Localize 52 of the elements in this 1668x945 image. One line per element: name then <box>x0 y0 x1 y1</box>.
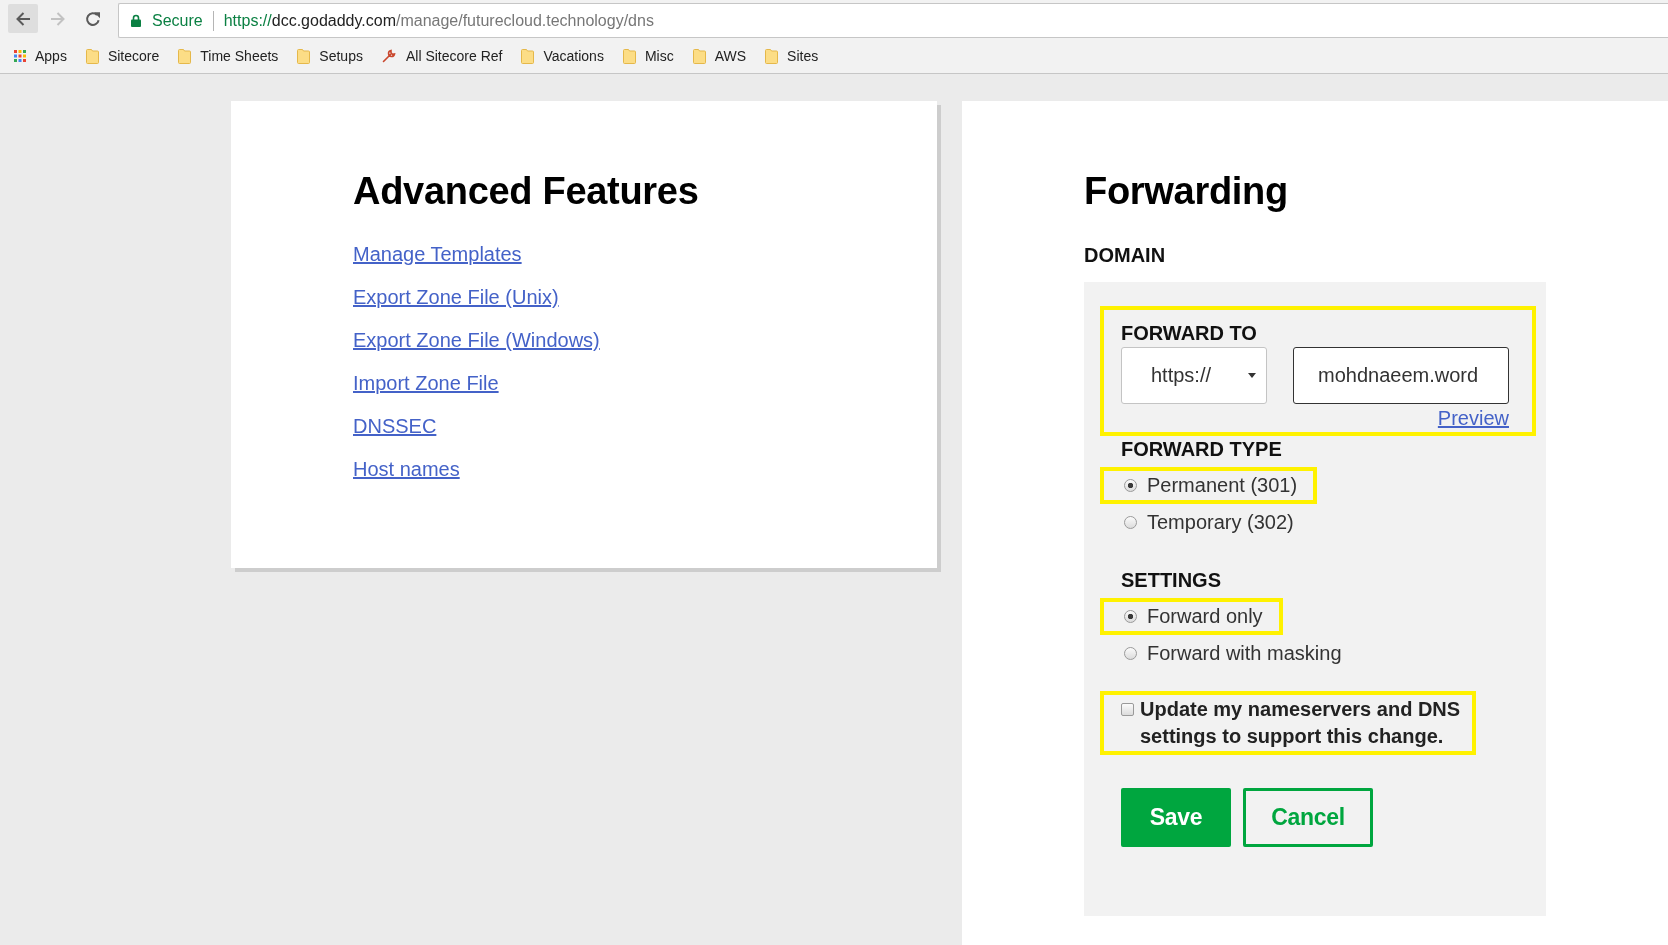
folder-icon <box>297 47 311 64</box>
option-label: Temporary (302) <box>1147 510 1294 535</box>
radio-button[interactable] <box>1124 610 1137 623</box>
field-label: FORWARD TYPE <box>1121 437 1282 461</box>
bookmark[interactable]: Sitecore <box>85 47 160 64</box>
apps-grid-icon <box>14 49 26 62</box>
link[interactable]: Import Zone File <box>353 372 499 394</box>
folder-icon <box>178 47 192 64</box>
url-text: https://dcc.godaddy.com/manage/futurecloud.technology/dns <box>223 11 654 30</box>
folder-icon <box>765 47 779 64</box>
security-label: Secure <box>152 11 203 30</box>
card-title: Advanced Features <box>353 169 699 214</box>
folder-icon <box>521 47 535 64</box>
bookmark[interactable]: Vacations <box>521 47 604 64</box>
folder-icon <box>622 47 636 64</box>
back-arrow-icon <box>15 10 31 27</box>
radio-button[interactable] <box>1124 516 1137 529</box>
wrench-icon <box>381 48 397 63</box>
bookmark[interactable]: Time Sheets <box>178 47 279 64</box>
forward-arrow-icon <box>50 10 66 27</box>
bookmark[interactable]: Apps <box>14 47 67 64</box>
option-label: Permanent (301) <box>1147 473 1298 498</box>
link[interactable]: Manage Templates <box>353 243 522 265</box>
checkbox[interactable] <box>1121 703 1134 716</box>
link[interactable]: Export Zone File (Windows) <box>353 329 600 351</box>
link[interactable]: Host names <box>353 458 460 480</box>
back-button[interactable] <box>8 4 38 33</box>
option-label: Forward with masking <box>1147 641 1342 666</box>
section-heading: DOMAIN <box>1084 243 1166 267</box>
preview-link[interactable]: Preview <box>1437 407 1509 429</box>
reload-icon <box>85 10 101 27</box>
field-label: FORWARD TO <box>1121 321 1257 345</box>
folder-icon <box>85 47 99 64</box>
checkbox-label: Update my nameservers and DNS settings to support this change. <box>1140 697 1462 749</box>
folder-icon <box>692 47 706 64</box>
destination-input[interactable]: mohdnaeem.word <box>1293 347 1509 404</box>
field-label: SETTINGS <box>1121 568 1221 592</box>
caret-icon <box>1248 373 1256 378</box>
link[interactable]: Export Zone File (Unix) <box>353 286 559 308</box>
bookmark[interactable]: AWS <box>692 47 747 64</box>
protocol-select[interactable]: https:// <box>1121 347 1267 404</box>
radio-button[interactable] <box>1124 647 1137 660</box>
address-bar[interactable]: Secure https://dcc.godaddy.com/manage/futurecloud.technology/dns <box>118 3 1668 38</box>
bookmark[interactable]: Sites <box>765 47 819 64</box>
card-title: Forwarding <box>1084 169 1288 214</box>
lock-icon <box>131 14 141 27</box>
radio-button[interactable] <box>1124 479 1137 492</box>
link[interactable]: DNSSEC <box>353 415 437 437</box>
bookmark[interactable]: Setups <box>297 47 363 64</box>
bookmark[interactable]: All Sitecore Ref <box>381 47 503 64</box>
bookmark[interactable]: Misc <box>622 47 674 64</box>
option-label: Forward only <box>1147 604 1263 629</box>
